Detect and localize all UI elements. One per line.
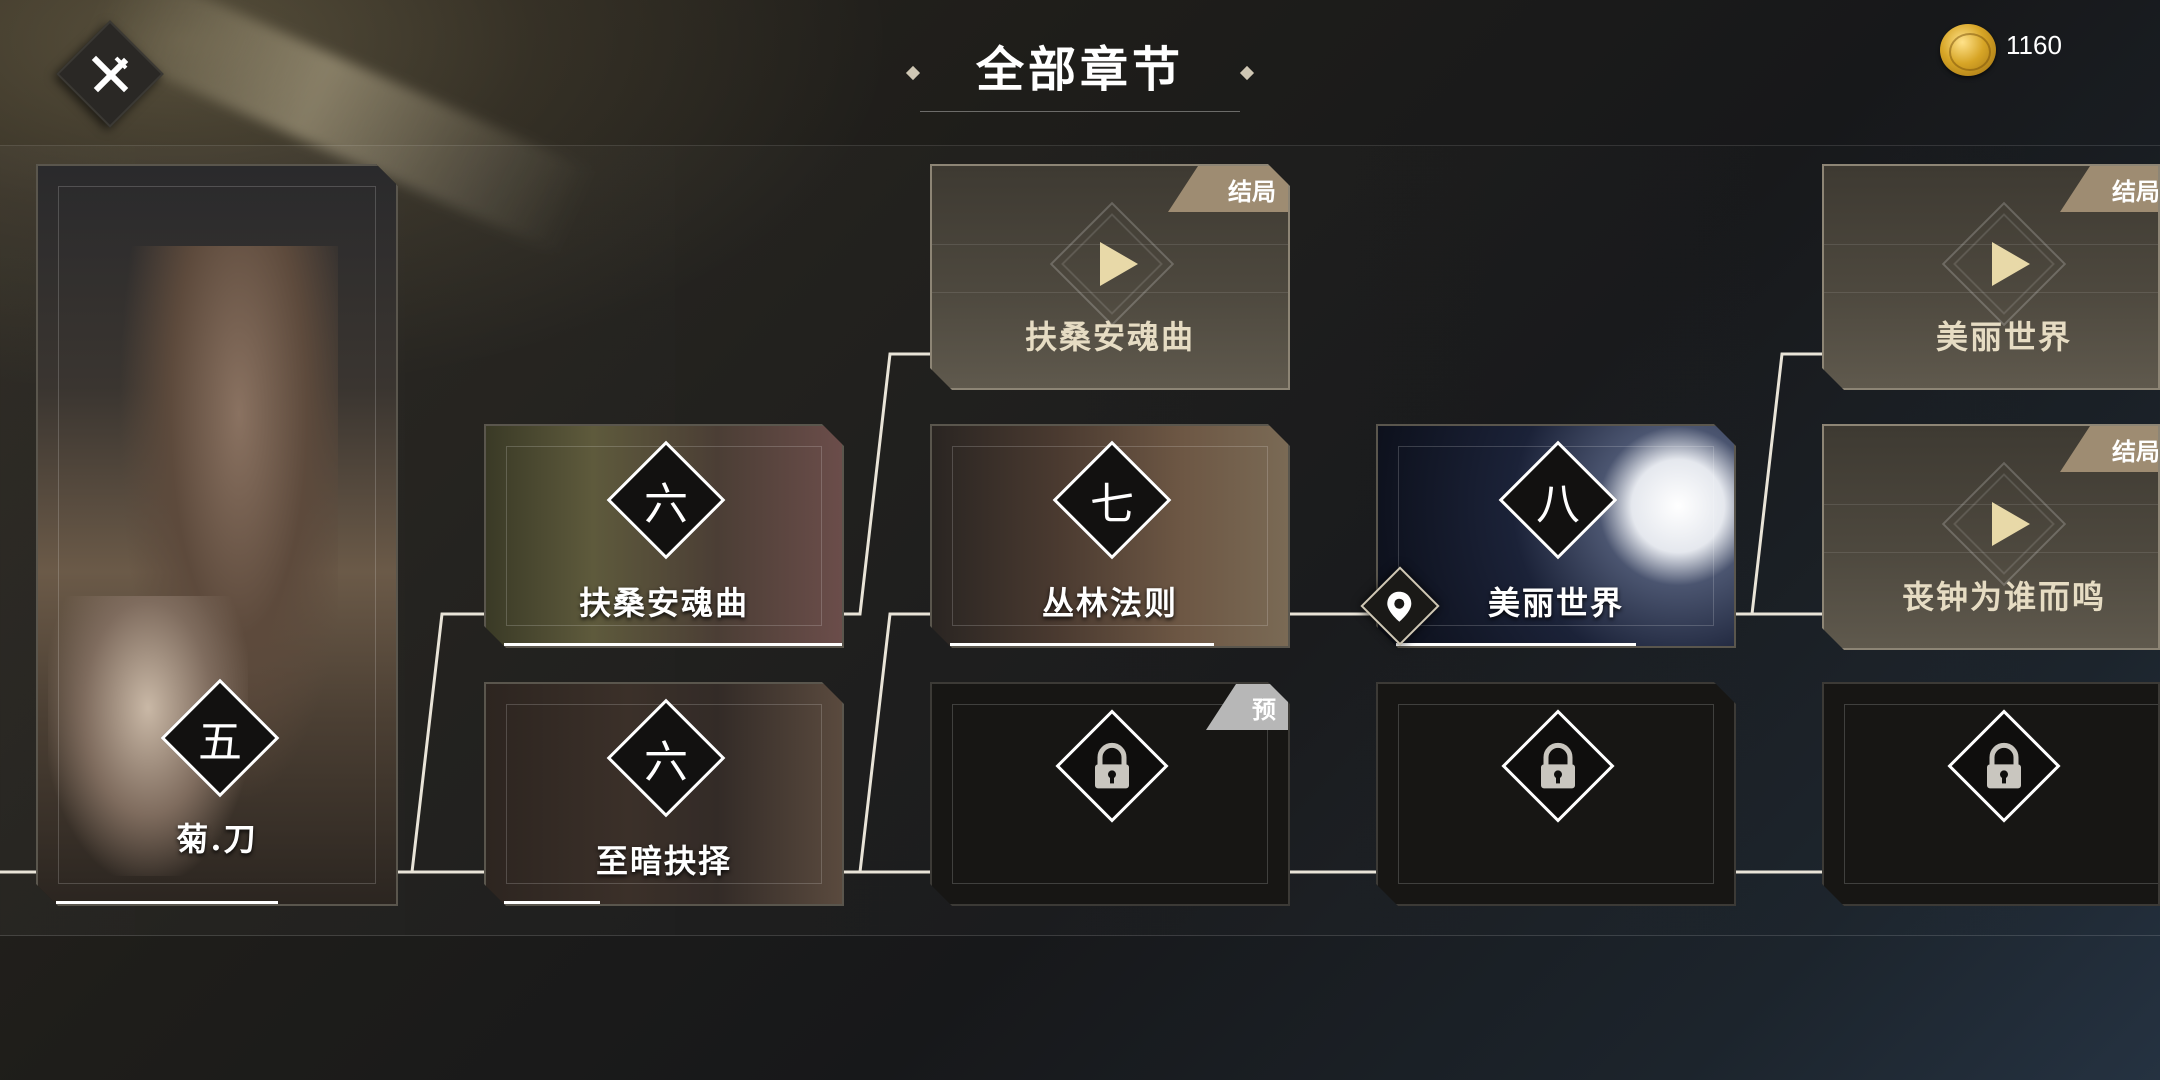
chapter-title: 至暗抉择 (595, 842, 732, 880)
chapter-card-7[interactable]: 七 丛林法则 (930, 424, 1290, 648)
page-title-block: 全部章节 (900, 40, 1260, 112)
locked-card-1[interactable]: 预 (930, 682, 1290, 906)
chapter-card-6a[interactable]: 六 扶桑安魂曲 (484, 424, 844, 648)
ending-card-3[interactable]: 丧钟为谁而鸣 结局 (1822, 424, 2160, 650)
top-bar: 全部章节 1160 (0, 0, 2160, 146)
ending-card-1[interactable]: 扶桑安魂曲 结局 (930, 164, 1290, 390)
ending-tag: 结局 (2060, 166, 2158, 212)
progress-bar (56, 901, 278, 904)
play-icon (1094, 238, 1142, 290)
chapter-title: 丛林法则 (1041, 584, 1178, 622)
play-icon (1986, 238, 2034, 290)
chapter-card-5[interactable]: 五 菊.刀 (36, 164, 398, 906)
ending-tag: 结局 (2060, 426, 2158, 472)
ending-title: 扶桑安魂曲 (1024, 318, 1195, 356)
chapter-card-6b[interactable]: 六 至暗抉择 (484, 682, 844, 906)
lock-icon (1084, 739, 1140, 795)
progress-bar (504, 643, 844, 646)
progress-bar (950, 643, 1214, 646)
ending-card-2[interactable]: 美丽世界 结局 (1822, 164, 2160, 390)
coin-count: 1160 (2006, 30, 2062, 60)
title-underline (920, 111, 1240, 112)
locked-card-3[interactable] (1822, 682, 2160, 906)
progress-bar (1396, 643, 1636, 646)
chapter-title: 扶桑安魂曲 (578, 584, 749, 622)
ending-tag: 结局 (1168, 166, 1288, 212)
lock-icon (1976, 739, 2032, 795)
close-icon (91, 55, 129, 93)
play-icon (1986, 498, 2034, 550)
close-button[interactable] (56, 20, 164, 128)
ending-title: 丧钟为谁而鸣 (1901, 578, 2106, 616)
coin-icon (1940, 24, 1996, 76)
lock-icon (1530, 739, 1586, 795)
chapter-title: 菊.刀 (176, 820, 258, 858)
ending-title: 美丽世界 (1935, 318, 2072, 356)
location-pin-icon (1387, 591, 1412, 622)
page-title: 全部章节 (975, 42, 1184, 98)
locked-card-2[interactable] (1376, 682, 1736, 906)
progress-bar (504, 901, 600, 904)
